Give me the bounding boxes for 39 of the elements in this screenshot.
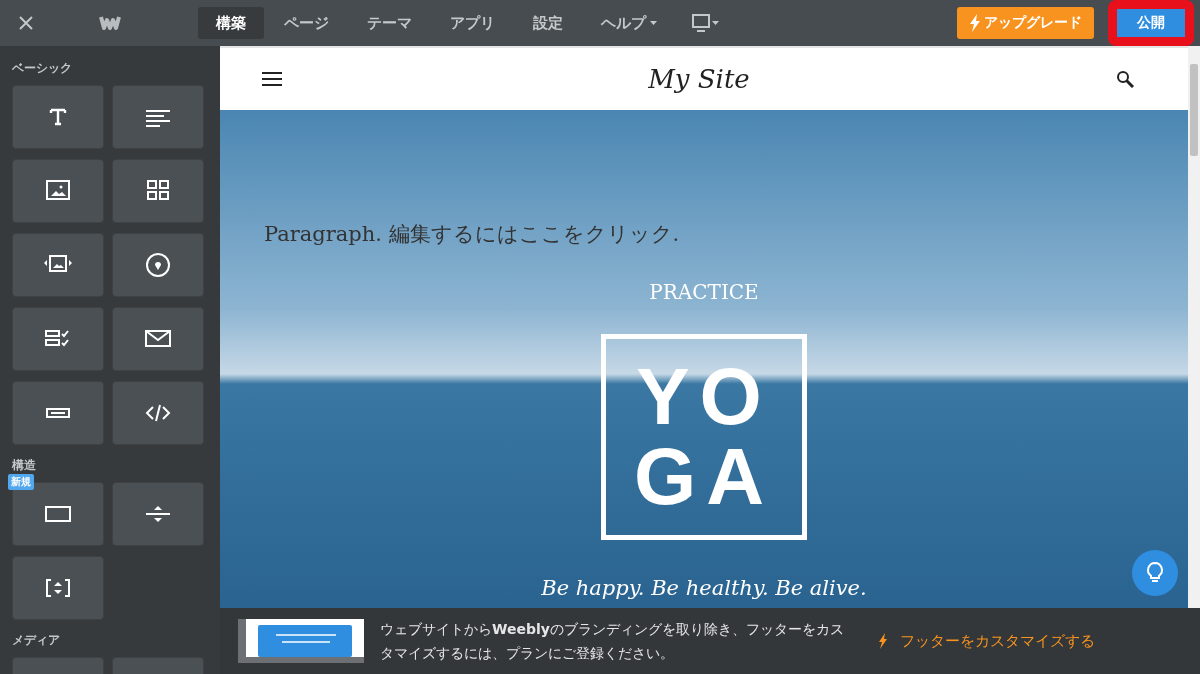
element-tile[interactable] [12,556,104,620]
element-tile[interactable] [12,233,104,297]
nav-tab[interactable]: アプリ [432,7,513,39]
element-tile[interactable] [12,381,104,445]
monitor-icon[interactable] [691,13,721,33]
element-tile[interactable] [112,307,204,371]
new-badge: 新規 [8,474,34,490]
lightbulb-icon [1145,561,1165,585]
element-tile[interactable] [112,482,204,546]
element-tile[interactable] [112,233,204,297]
element-tile[interactable] [112,159,204,223]
element-tile[interactable] [12,159,104,223]
lightning-icon [878,633,888,649]
menu-icon[interactable] [262,71,282,87]
search-icon[interactable] [1116,70,1134,88]
kicker-text: PRACTICE [649,280,759,304]
customize-footer-link[interactable]: フッターをカスタマイズする [878,631,1095,651]
nav-tab[interactable]: テーマ [349,7,430,39]
upgrade-message: ウェブサイトからWeeblyのブランディングを取り除き、フッターをカスタマイズするには、プランにご登録ください。 [380,620,845,663]
publish-button[interactable]: 公開 [1117,9,1185,37]
section-heading: ベーシック [12,60,73,77]
section-heading: 構造 [12,457,37,474]
element-tile[interactable] [12,85,104,149]
map-pin-icon [143,252,173,278]
element-tile[interactable] [112,381,204,445]
yoga-logo: YO GA [601,334,807,540]
element-tile[interactable] [112,85,204,149]
site-title: My Site [648,64,750,94]
lightbulb-button[interactable] [1132,550,1178,596]
tagline: Be happy. Be healthy. Be alive. [541,576,867,600]
nav-tab[interactable]: ヘルプ [583,7,675,39]
nav-tab[interactable]: ページ [266,7,347,39]
nav-tab[interactable]: 設定 [515,7,581,39]
close-icon[interactable] [19,16,33,30]
section-heading: メディア [12,632,61,649]
element-tile[interactable] [12,307,104,371]
paragraph-text[interactable]: Paragraph. 編集するにはここをクリック. [264,220,680,248]
nav-tab[interactable]: 構築 [198,7,264,39]
lightning-icon [969,14,981,32]
